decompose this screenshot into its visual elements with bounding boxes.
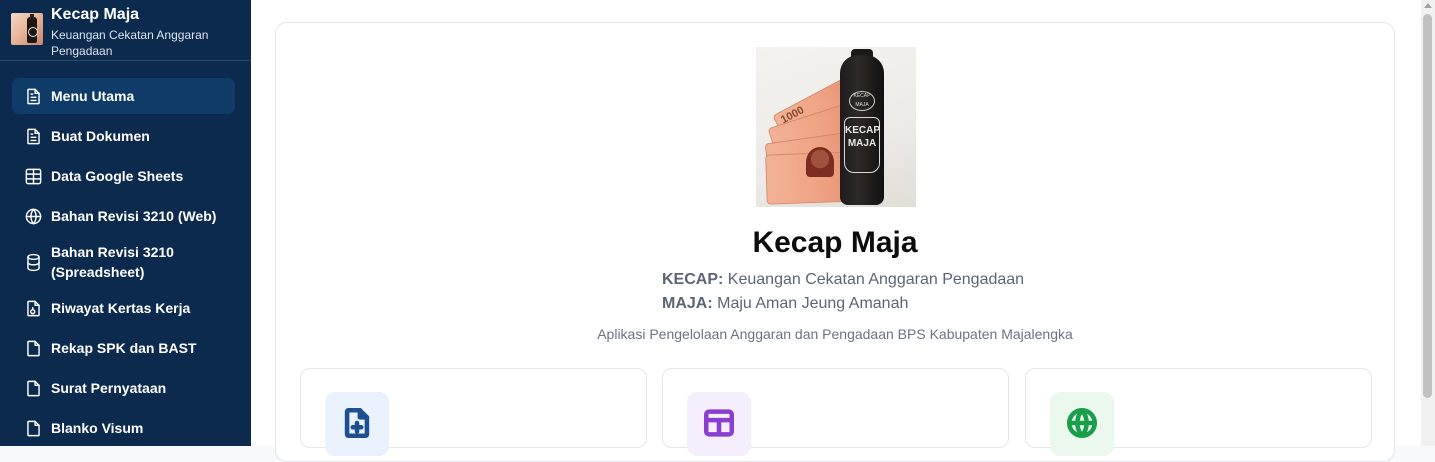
- hero-image: 1000 KECAP MAJA KECAP MAJA: [756, 47, 916, 207]
- sidebar-item-label: Menu Utama: [51, 88, 135, 104]
- sidebar-item-label: Blanko Visum: [51, 420, 144, 436]
- tagline: Aplikasi Pengelolaan Anggaran dan Pengad…: [597, 326, 1073, 342]
- vertical-scrollbar[interactable]: [1421, 0, 1435, 446]
- sidebar-item-label: Surat Pernyataan: [51, 380, 167, 396]
- main-content: 1000 KECAP MAJA KECAP MAJA Kecap Maja KECA…: [251, 0, 1421, 462]
- document-icon: [23, 86, 43, 106]
- file-icon: [23, 378, 43, 398]
- file-plus-icon: [325, 392, 389, 456]
- document-icon: [23, 126, 43, 146]
- sidebar-item-surat-pernyataan[interactable]: Surat Pernyataan: [12, 370, 235, 406]
- sidebar-item-label: Bahan Revisi 3210 (Spreadsheet): [51, 244, 174, 280]
- acronym-value: Maju Aman Jeung Amanah: [717, 295, 909, 312]
- globe-icon: [1050, 392, 1114, 456]
- app-subtitle: Keuangan Cekatan Anggaran Pengadaan: [51, 28, 209, 58]
- page-title: Kecap Maja: [752, 226, 918, 259]
- sidebar-item-label: Riwayat Kertas Kerja: [51, 300, 191, 316]
- sidebar-item-label: Buat Dokumen: [51, 128, 150, 144]
- file-icon: [23, 418, 43, 438]
- file-icon: [23, 338, 43, 358]
- database-icon: [23, 252, 43, 272]
- sidebar-nav: Menu Utama Buat Dokumen Data Google Shee…: [0, 61, 251, 446]
- file-history-icon: [23, 298, 43, 318]
- sidebar-item-label: Data Google Sheets: [51, 168, 184, 184]
- acronym-value: Keuangan Cekatan Anggaran Pengadaan: [727, 271, 1025, 288]
- feature-card-document[interactable]: [300, 368, 647, 456]
- sidebar-item-blanko-visum[interactable]: Blanko Visum: [12, 410, 235, 446]
- feature-card-layout[interactable]: [662, 368, 1009, 456]
- globe-icon: [23, 206, 43, 226]
- layout-icon: [687, 392, 751, 456]
- acronym-kecap: KECAP: Keuangan Cekatan Anggaran Pengada…: [662, 269, 1024, 291]
- sidebar: Kecap Maja Keuangan Cekatan Anggaran Pen…: [0, 0, 251, 446]
- sidebar-item-buat-dokumen[interactable]: Buat Dokumen: [12, 118, 235, 154]
- sidebar-item-menu-utama[interactable]: Menu Utama: [12, 78, 235, 114]
- brand-header[interactable]: Kecap Maja Keuangan Cekatan Anggaran Pen…: [0, 0, 251, 61]
- sidebar-item-label: Bahan Revisi 3210 (Web): [51, 208, 217, 224]
- scroll-thumb[interactable]: [1423, 14, 1432, 398]
- sidebar-item-bahan-revisi-spreadsheet[interactable]: Bahan Revisi 3210 (Spreadsheet): [12, 238, 235, 286]
- feature-card-web[interactable]: [1025, 368, 1372, 456]
- app-title: Kecap Maja: [51, 6, 140, 23]
- sidebar-item-rekap-spk-bast[interactable]: Rekap SPK dan BAST: [12, 330, 235, 366]
- sidebar-item-bahan-revisi-web[interactable]: Bahan Revisi 3210 (Web): [12, 198, 235, 234]
- table-icon: [23, 166, 43, 186]
- acronym-maja: MAJA: Maju Aman Jeung Amanah: [662, 293, 908, 315]
- sidebar-item-data-google-sheets[interactable]: Data Google Sheets: [12, 158, 235, 194]
- app-logo: [11, 13, 43, 45]
- sidebar-item-riwayat-kertas-kerja[interactable]: Riwayat Kertas Kerja: [12, 290, 235, 326]
- acronym-key: KECAP:: [662, 271, 724, 288]
- scroll-up-arrow-icon[interactable]: [1424, 3, 1432, 8]
- acronym-key: MAJA:: [662, 295, 713, 312]
- sidebar-item-label: Rekap SPK dan BAST: [51, 340, 197, 356]
